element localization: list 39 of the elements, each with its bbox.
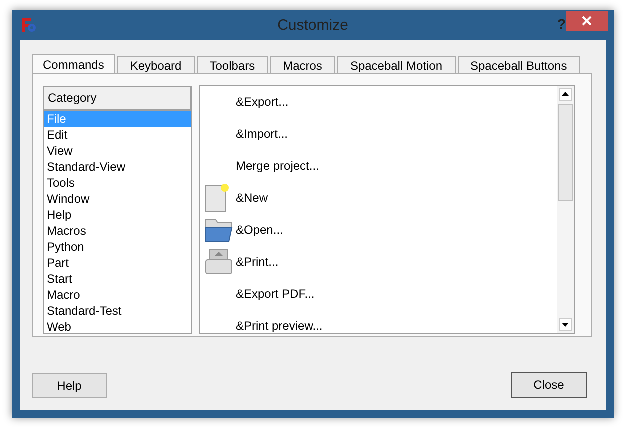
scrollbar[interactable] [557, 86, 574, 333]
category-item[interactable]: Python [44, 239, 191, 255]
close-button[interactable]: Close [511, 372, 587, 398]
category-item[interactable]: Start [44, 271, 191, 287]
command-item[interactable]: &Print preview... [236, 317, 323, 333]
column-header: Category [44, 87, 191, 111]
command-item[interactable]: &Export PDF... [236, 285, 315, 303]
command-item[interactable]: &Print... [236, 253, 279, 271]
close-button[interactable] [566, 11, 608, 31]
category-item[interactable]: Macros [44, 223, 191, 239]
tab[interactable]: Keyboard [117, 56, 195, 74]
command-item[interactable]: &Import... [236, 125, 288, 143]
command-item[interactable]: &Open... [236, 221, 284, 239]
help-button[interactable]: Help [32, 373, 107, 398]
tab[interactable]: Spaceball Motion [337, 56, 456, 74]
category-item[interactable]: Help [44, 207, 191, 223]
scroll-down-icon[interactable] [559, 318, 572, 331]
category-item[interactable]: Edit [44, 127, 191, 143]
category-item[interactable]: Web [44, 319, 191, 335]
category-item[interactable]: View [44, 143, 191, 159]
command-item[interactable]: Merge project... [236, 157, 320, 175]
category-item[interactable]: Window [44, 191, 191, 207]
tab[interactable]: Toolbars [196, 56, 268, 74]
command-item[interactable]: &Export... [236, 93, 289, 111]
scroll-thumb[interactable] [558, 104, 573, 201]
scroll-up-icon[interactable] [559, 88, 572, 101]
category-item[interactable]: Macro [44, 287, 191, 303]
category-item[interactable]: Tools [44, 175, 191, 191]
close-icon [582, 16, 592, 26]
category-item[interactable]: Standard-Test [44, 303, 191, 319]
tab[interactable]: Macros [270, 56, 336, 74]
printer-icon [205, 248, 233, 276]
category-item[interactable]: Part [44, 255, 191, 271]
app-logo-icon [21, 17, 37, 33]
window-title: Customize [278, 16, 348, 36]
category-item[interactable]: Standard-View [44, 159, 191, 175]
tab[interactable]: Spaceball Buttons [458, 56, 580, 74]
tab[interactable]: Commands [32, 54, 116, 75]
command-item[interactable]: &New [236, 189, 268, 207]
